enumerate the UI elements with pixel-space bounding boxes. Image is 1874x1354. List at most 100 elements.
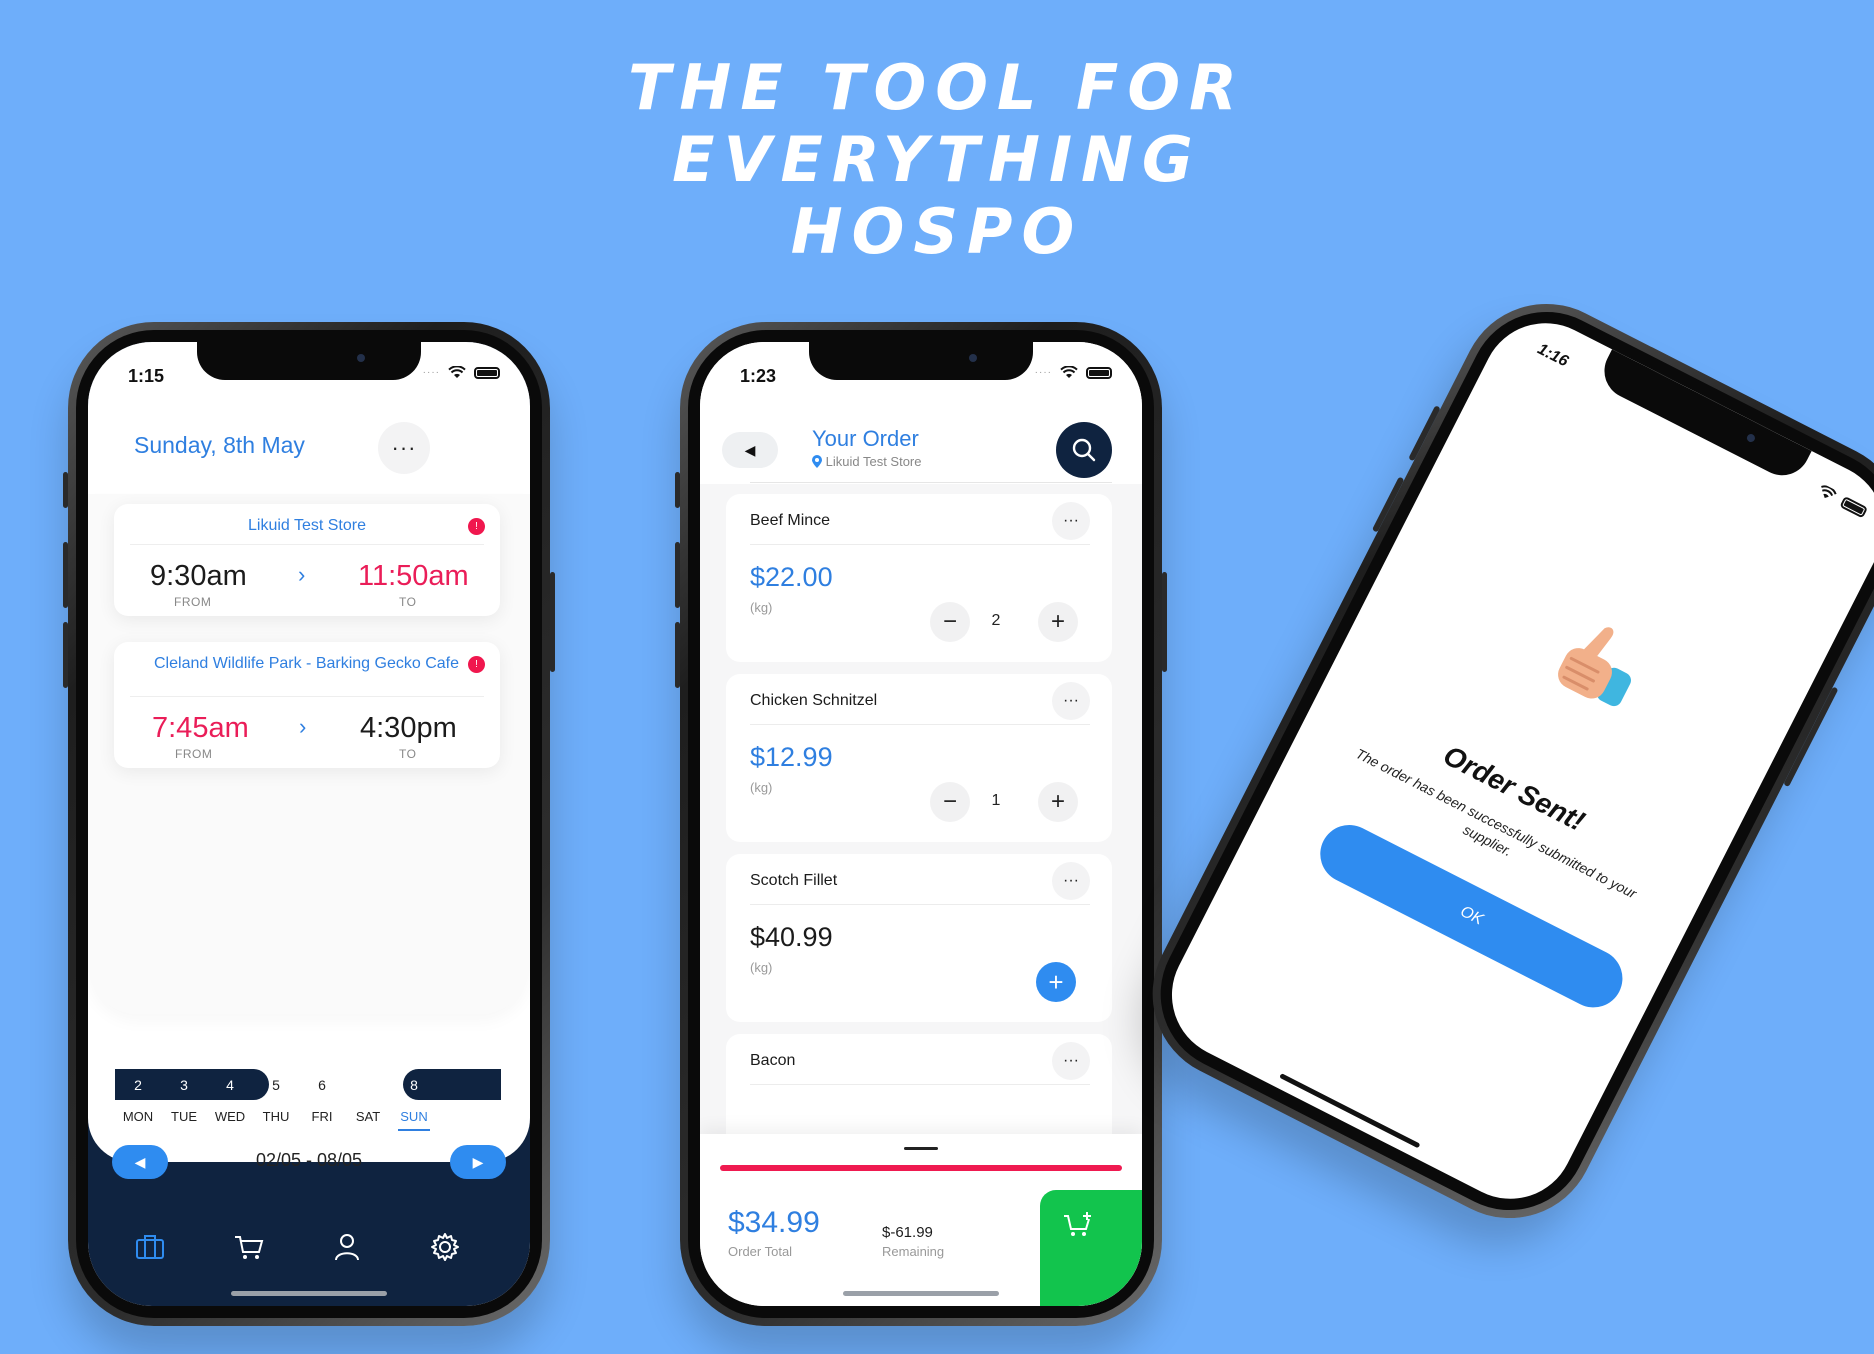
plus-icon: +	[1050, 608, 1065, 635]
phone-order: 1:23 ···· ◀ Your Order Likuid Test Store…	[675, 322, 1167, 1326]
headline-line-1: THE TOOL FOR	[628, 51, 1246, 124]
order-item: Beef Mince ··· $22.00 (kg) − 2 +	[726, 494, 1112, 662]
shift-to-time: 11:50am	[358, 560, 469, 592]
item-quantity: 1	[991, 792, 1001, 809]
status-time: 1:15	[128, 366, 165, 386]
item-price: $12.99	[750, 742, 833, 772]
week-day-number[interactable]: 3	[169, 1077, 199, 1093]
decrease-quantity-button[interactable]: −	[930, 602, 970, 642]
arrow-right-icon: ▶	[472, 1153, 484, 1170]
item-unit: (kg)	[750, 600, 773, 615]
back-button[interactable]: ◀	[722, 432, 778, 468]
item-price: $22.00	[750, 562, 833, 592]
shift-card[interactable]: Likuid Test Store ! 9:30am › 11:50am FRO…	[114, 504, 500, 616]
week-day-label: TUE	[171, 1109, 197, 1124]
more-horizontal-icon: ···	[1063, 692, 1079, 709]
checkout-button[interactable]	[1040, 1190, 1142, 1306]
order-summary: $34.99 Order Total $-61.99 Remaining	[700, 1134, 1142, 1306]
week-day-number[interactable]: 5	[261, 1077, 291, 1093]
week-day-number[interactable]: 4	[215, 1077, 245, 1093]
alert-icon: !	[468, 518, 485, 535]
more-horizontal-icon: ···	[1063, 872, 1079, 889]
order-screen: 1:23 ···· ◀ Your Order Likuid Test Store…	[700, 342, 1142, 1306]
order-total: $34.99	[728, 1206, 820, 1239]
back-arrow-icon: ◀	[744, 441, 756, 458]
shift-store-name: Likuid Test Store	[248, 517, 366, 534]
remaining-amount: $-61.99	[882, 1224, 933, 1241]
to-label: TO	[399, 747, 417, 761]
more-horizontal-icon: ···	[1063, 512, 1079, 529]
drag-handle[interactable]	[904, 1147, 938, 1150]
battery-icon	[1086, 366, 1112, 379]
week-day-number[interactable]: 6	[307, 1077, 337, 1093]
budget-bar	[720, 1165, 1122, 1171]
week-strip: 2 3 4 5 6 7 8 MON TUE WED THU FRI SAT SU…	[115, 1069, 501, 1131]
battery-icon	[1839, 495, 1869, 519]
more-horizontal-icon: ···	[1063, 1052, 1079, 1069]
week-day-label-active: SUN	[400, 1109, 428, 1124]
increase-quantity-button[interactable]: +	[1038, 602, 1078, 642]
order-total-label: Order Total	[728, 1244, 793, 1259]
week-day-label: WED	[214, 1109, 246, 1124]
chevron-right-icon: ›	[299, 714, 307, 739]
decrease-quantity-button[interactable]: −	[930, 782, 970, 822]
item-more-button[interactable]: ···	[1052, 862, 1090, 900]
add-item-button[interactable]: +	[1036, 962, 1076, 1002]
ok-button[interactable]: OK	[1310, 815, 1633, 1018]
week-day-number[interactable]: 7	[353, 1077, 383, 1093]
briefcase-icon[interactable]	[133, 1230, 167, 1264]
increase-quantity-button[interactable]: +	[1038, 782, 1078, 822]
page-title: Your Order	[812, 426, 919, 451]
week-day-label: FRI	[311, 1109, 333, 1124]
status-time: 1:16	[1534, 340, 1571, 371]
alert-icon: !	[468, 656, 485, 673]
thumbs-up-icon	[1558, 627, 1631, 707]
item-name: Scotch Fillet	[750, 872, 838, 889]
store-name: Likuid Test Store	[825, 454, 922, 469]
item-unit: (kg)	[750, 780, 773, 795]
remaining-label: Remaining	[882, 1244, 945, 1259]
user-icon[interactable]	[330, 1230, 364, 1264]
order-item: Scotch Fillet ··· $40.99 (kg) +	[726, 854, 1112, 1022]
wifi-icon	[1821, 485, 1837, 499]
item-more-button[interactable]: ···	[1052, 502, 1090, 540]
status-icons: ····	[423, 366, 500, 379]
search-button[interactable]	[1056, 422, 1112, 478]
shift-card[interactable]: Cleland Wildlife Park - Barking Gecko Ca…	[114, 642, 500, 768]
week-day-label: THU	[262, 1109, 290, 1124]
next-week-button[interactable]: ▶	[450, 1145, 506, 1179]
week-day-number[interactable]: 8	[399, 1077, 429, 1093]
week-day-label: MON	[122, 1109, 154, 1124]
item-unit: (kg)	[750, 960, 773, 975]
plus-icon: +	[1050, 788, 1065, 815]
location-pin-icon	[812, 455, 822, 468]
status-time: 1:23	[740, 366, 777, 386]
phone-confirmation: 1:16 Order Sent! The order has been succ…	[1122, 274, 1874, 1248]
wifi-icon	[1060, 366, 1078, 378]
settings-gear-icon[interactable]	[428, 1230, 462, 1264]
wifi-icon	[448, 366, 466, 378]
to-label: TO	[399, 595, 417, 609]
phone-schedule: 1:15 ···· Sunday, 8th May ··· Likuid Tes…	[63, 322, 555, 1326]
item-price: $40.99	[750, 922, 833, 952]
minus-icon: −	[942, 788, 957, 815]
home-indicator	[231, 1291, 387, 1296]
shift-store-name: Cleland Wildlife Park - Barking Gecko Ca…	[154, 655, 460, 672]
week-day-number[interactable]: 2	[123, 1077, 153, 1093]
from-label: FROM	[174, 595, 212, 609]
battery-icon	[474, 366, 500, 379]
from-label: FROM	[175, 747, 213, 761]
status-icons: ····	[1035, 366, 1112, 379]
more-horizontal-icon: ···	[391, 435, 417, 460]
headline: THE TOOL FOR EVERYTHING HOSPO	[0, 52, 1874, 268]
item-name: Chicken Schnitzel	[750, 692, 878, 709]
more-options-button[interactable]: ···	[378, 422, 430, 474]
chevron-right-icon: ›	[298, 562, 306, 587]
item-more-button[interactable]: ···	[1052, 1042, 1090, 1080]
cart-icon[interactable]	[232, 1230, 266, 1264]
add-to-cart-icon	[1064, 1212, 1091, 1236]
minus-icon: −	[942, 608, 957, 635]
shift-from-time: 7:45am	[152, 712, 249, 744]
item-more-button[interactable]: ···	[1052, 682, 1090, 720]
schedule-date: Sunday, 8th May	[134, 432, 305, 458]
